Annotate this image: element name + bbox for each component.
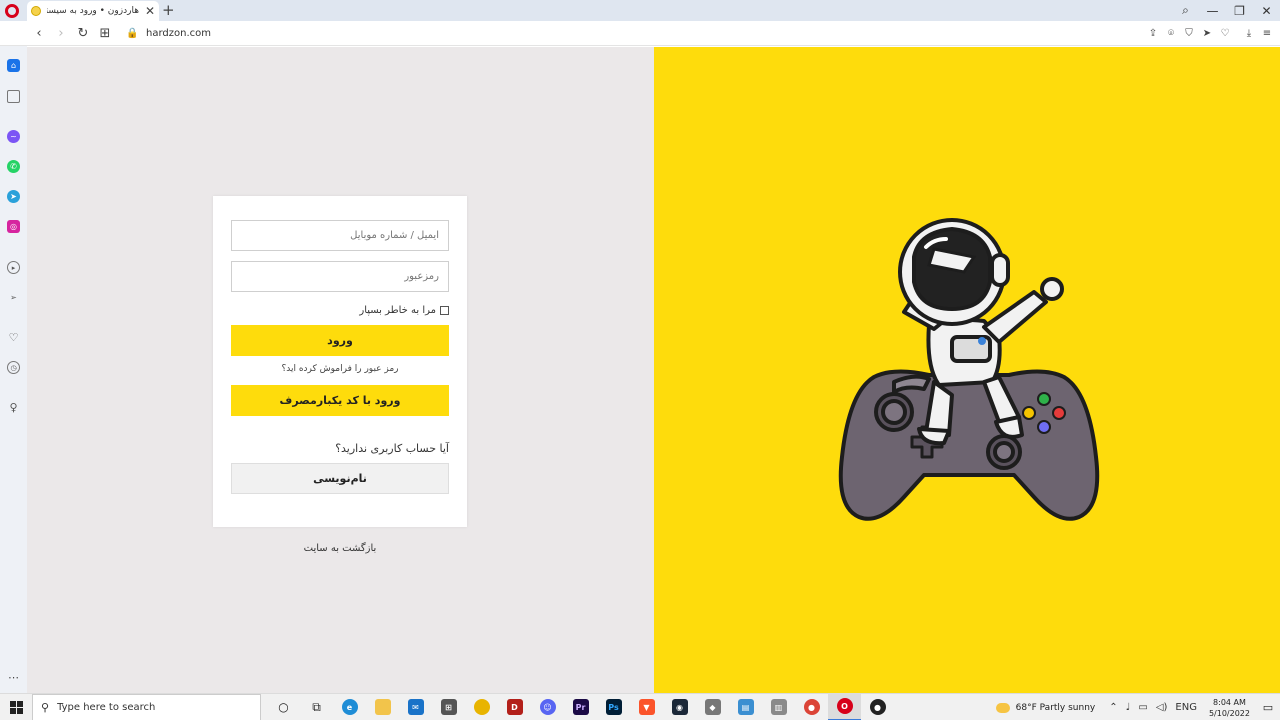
store-icon[interactable]: ⊞ xyxy=(432,694,465,720)
lightbulb-icon[interactable]: ♀ xyxy=(7,401,20,414)
illustration-pane xyxy=(654,47,1280,693)
system-tray: 68°F Partly sunny ⌃ ♩ ▭ ◁) ENG 8:04 AM 5… xyxy=(995,694,1280,720)
astronaut-gamepad-illustration xyxy=(838,218,1100,521)
menu-icon[interactable]: ≡ xyxy=(1258,28,1276,39)
premiere-icon[interactable]: Pr xyxy=(564,694,597,720)
heart-icon[interactable]: ♡ xyxy=(1216,28,1234,39)
taskbar-search[interactable]: ⚲ Type here to search xyxy=(32,693,261,720)
clock-date: 5/10/2022 xyxy=(1208,708,1250,718)
remember-me-checkbox[interactable] xyxy=(440,306,449,315)
close-window-button[interactable]: ✕ xyxy=(1253,4,1280,18)
brave-icon[interactable]: ▼ xyxy=(630,694,663,720)
browser-tab-strip: هاردزون • ورود به سیستم ✕ + ⌕ — ❐ ✕ xyxy=(0,0,1280,21)
recorder-icon[interactable]: ● xyxy=(861,694,894,720)
task-view-icon[interactable]: ⧉ xyxy=(300,694,333,720)
telegram-icon[interactable]: ➤ xyxy=(7,190,20,203)
tab-favicon-icon xyxy=(31,6,41,16)
more-icon[interactable]: ⋯ xyxy=(7,671,20,684)
remember-me[interactable]: مرا به خاطر بسپار xyxy=(359,305,449,316)
heart-sidebar-icon[interactable]: ♡ xyxy=(7,331,20,344)
tab-title: هاردزون • ورود به سیستم xyxy=(47,6,139,16)
opera-taskbar-icon[interactable]: O xyxy=(828,693,861,720)
tab-search-icon[interactable]: ⌕ xyxy=(1172,3,1199,18)
weather-icon xyxy=(995,702,1010,713)
home-icon[interactable]: ⌂ xyxy=(7,59,20,72)
opera-logo-icon[interactable] xyxy=(5,4,19,18)
microphone-icon[interactable]: ♩ xyxy=(1126,702,1131,713)
cortana-icon[interactable]: ○ xyxy=(267,694,300,720)
address-bar: ‹ › ↻ ⊞ 🔒 hardzon.com ⇪ ⌾ ⛉ ➤ ♡ ⤓ ≡ xyxy=(0,21,1280,46)
discord-icon[interactable]: ☺ xyxy=(531,694,564,720)
address-bar-actions: ⇪ ⌾ ⛉ ➤ ♡ ⤓ ≡ xyxy=(1144,21,1276,46)
whatsapp-icon[interactable]: ✆ xyxy=(7,160,20,173)
instagram-icon[interactable]: ◎ xyxy=(7,220,20,233)
messenger-icon[interactable]: ~ xyxy=(7,130,20,143)
language-indicator[interactable]: ENG xyxy=(1175,702,1197,713)
otp-login-button[interactable]: ورود با کد یکبارمصرف xyxy=(231,385,449,416)
network-icon[interactable]: ▭ xyxy=(1138,702,1147,713)
email-field[interactable] xyxy=(231,220,449,251)
login-pane: مرا به خاطر بسپار ورود رمز عبور را فرامو… xyxy=(27,47,654,693)
weather-widget[interactable]: 68°F Partly sunny xyxy=(995,702,1096,713)
back-to-site-link[interactable]: بازگشت به سایت xyxy=(213,543,467,554)
send-icon[interactable]: ➤ xyxy=(1198,28,1216,39)
cube-icon[interactable] xyxy=(7,90,20,103)
login-card: مرا به خاطر بسپار ورود رمز عبور را فرامو… xyxy=(213,196,467,527)
weather-text: 68°F Partly sunny xyxy=(1015,702,1096,713)
clock-icon[interactable]: ◷ xyxy=(7,361,20,374)
back-icon[interactable]: ‹ xyxy=(28,26,50,41)
search-icon: ⚲ xyxy=(41,700,50,714)
taskbar-search-placeholder: Type here to search xyxy=(57,701,156,713)
forward-icon[interactable]: › xyxy=(50,26,72,41)
play-icon[interactable]: ▸ xyxy=(7,261,20,274)
shield-icon[interactable]: ⛉ xyxy=(1180,28,1198,39)
minimize-button[interactable]: — xyxy=(1199,4,1226,18)
dota-icon[interactable]: D xyxy=(498,694,531,720)
page-content: مرا به خاطر بسپار ورود رمز عبور را فرامو… xyxy=(27,47,1280,693)
reload-icon[interactable]: ↻ xyxy=(72,26,94,41)
notifications-icon[interactable]: ▭ xyxy=(1256,701,1280,714)
tab-close-icon[interactable]: ✕ xyxy=(145,4,155,18)
window-controls: ⌕ — ❐ ✕ xyxy=(1172,0,1280,21)
no-account-text: آیا حساب کاربری ندارید؟ xyxy=(335,442,449,455)
restore-button[interactable]: ❐ xyxy=(1226,4,1253,18)
chrome-2-icon[interactable]: ● xyxy=(795,694,828,720)
file-explorer-icon[interactable] xyxy=(366,694,399,720)
url-field[interactable]: hardzon.com xyxy=(146,28,211,39)
volume-icon[interactable]: ◁) xyxy=(1156,702,1168,713)
share-icon[interactable]: ⇪ xyxy=(1144,28,1162,39)
taskbar-apps: ○ ⧉ e ✉ ⊞ D ☺ Pr Ps ▼ ◉ ◆ ▤ ▥ ● O ● xyxy=(267,693,894,720)
download-icon[interactable]: ⤓ xyxy=(1240,28,1258,39)
photoshop-icon[interactable]: Ps xyxy=(597,694,630,720)
lock-icon[interactable]: 🔒 xyxy=(126,28,138,39)
steam-icon[interactable]: ◉ xyxy=(663,694,696,720)
mail-icon[interactable]: ✉ xyxy=(399,694,432,720)
new-tab-button[interactable]: + xyxy=(162,1,175,19)
chrome-icon[interactable] xyxy=(465,694,498,720)
browser-tab[interactable]: هاردزون • ورود به سیستم ✕ xyxy=(27,1,159,21)
game-app-icon[interactable]: ◆ xyxy=(696,694,729,720)
camera-icon[interactable]: ⌾ xyxy=(1162,28,1180,39)
password-field[interactable] xyxy=(231,261,449,292)
windows-taskbar: ⚲ Type here to search ○ ⧉ e ✉ ⊞ D ☺ Pr P… xyxy=(0,693,1280,720)
login-button[interactable]: ورود xyxy=(231,325,449,356)
tabs-grid-icon[interactable]: ⊞ xyxy=(94,26,116,41)
clock-time: 8:04 AM xyxy=(1213,697,1246,707)
register-button[interactable]: نام‌نویسی xyxy=(231,463,449,494)
chevron-up-icon[interactable]: ⌃ xyxy=(1109,702,1117,713)
windows-logo-icon xyxy=(9,700,23,714)
document-app-icon[interactable]: ▥ xyxy=(762,694,795,720)
remember-me-label: مرا به خاطر بسپار xyxy=(359,305,436,316)
browser-sidebar: ⌂ ~ ✆ ➤ ◎ ▸ ➢ ♡ ◷ ♀ ⋯ xyxy=(0,46,27,693)
notes-app-icon[interactable]: ▤ xyxy=(729,694,762,720)
clock[interactable]: 8:04 AM 5/10/2022 xyxy=(1209,697,1250,719)
forgot-password-link[interactable]: رمز عبور را فراموش کرده اید؟ xyxy=(213,364,467,374)
edge-icon[interactable]: e xyxy=(333,694,366,720)
send-sidebar-icon[interactable]: ➢ xyxy=(7,291,20,304)
start-button[interactable] xyxy=(0,694,32,720)
